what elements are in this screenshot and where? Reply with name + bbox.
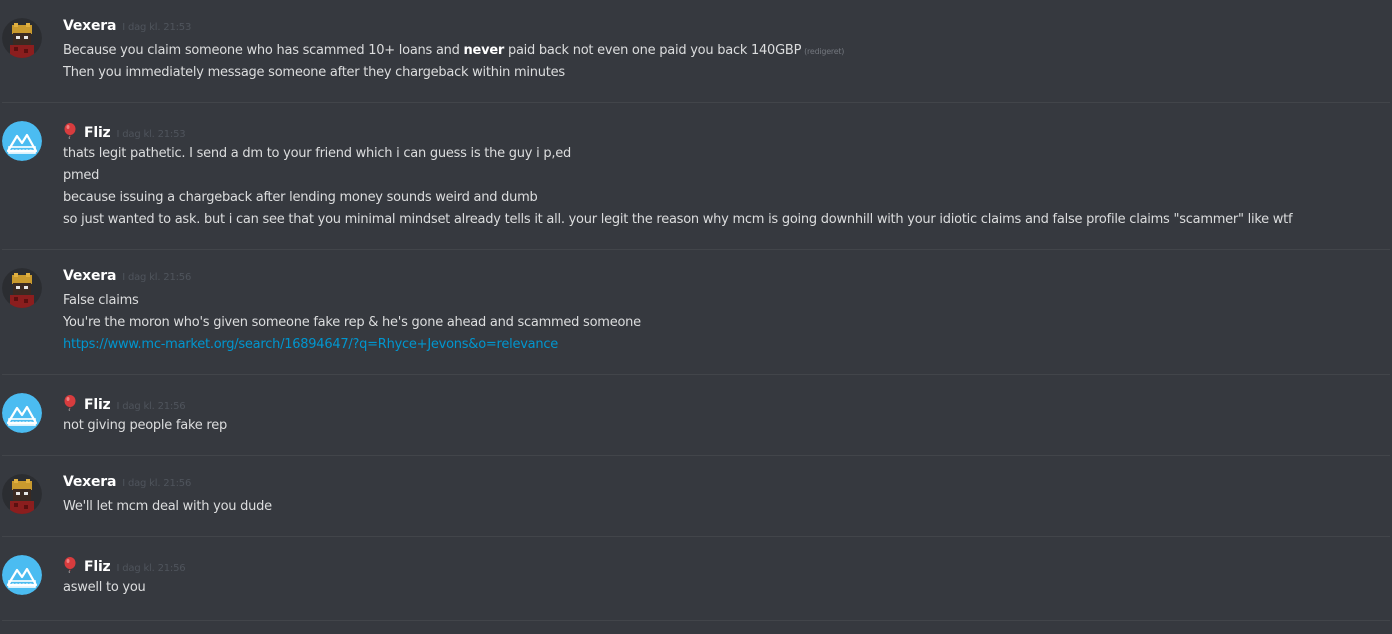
balloon-icon <box>63 557 77 574</box>
message-line: because issuing a chargeback after lendi… <box>63 190 538 205</box>
message-header: Vexera I dag kl. 21:56 <box>63 474 191 494</box>
vexera-avatar-icon[interactable] <box>2 18 42 58</box>
timestamp: I dag kl. 21:56 <box>122 478 192 489</box>
message-divider <box>2 620 1390 621</box>
timestamp: I dag kl. 21:56 <box>116 563 186 574</box>
message-link[interactable]: https://www.mc-market.org/search/1689464… <box>63 334 558 356</box>
message-line: thats legit pathetic. I send a dm to you… <box>63 146 571 161</box>
username[interactable]: Vexera <box>63 18 116 34</box>
username[interactable]: Vexera <box>63 474 116 490</box>
message-divider <box>2 455 1390 456</box>
timestamp: I dag kl. 21:56 <box>116 401 186 412</box>
username[interactable]: Vexera <box>63 268 116 284</box>
message-line: so just wanted to ask. but i can see tha… <box>63 212 1293 227</box>
message-header: Vexera I dag kl. 21:53 <box>63 18 191 38</box>
timestamp: I dag kl. 21:56 <box>122 272 192 283</box>
username[interactable]: Fliz <box>84 125 111 141</box>
edited-label: (redigeret) <box>804 47 845 56</box>
message-header: Vexera I dag kl. 21:56 <box>63 268 191 288</box>
balloon-icon <box>63 395 77 412</box>
balloon-icon <box>63 123 77 140</box>
message-line: Because you claim someone who has scamme… <box>63 40 844 62</box>
message-text: Because you claim someone who has scamme… <box>63 43 464 58</box>
vexera-avatar-icon[interactable] <box>2 268 42 308</box>
message-line: False claims <box>63 293 139 308</box>
username[interactable]: Fliz <box>84 559 111 575</box>
message-line: aswell to you <box>63 580 146 595</box>
message-header: Fliz I dag kl. 21:53 <box>63 121 186 141</box>
message-header: Fliz I dag kl. 21:56 <box>63 555 186 575</box>
message-line: not giving people fake rep <box>63 418 227 433</box>
message-header: Fliz I dag kl. 21:56 <box>63 393 186 413</box>
message-divider <box>2 536 1390 537</box>
username[interactable]: Fliz <box>84 397 111 413</box>
message-line: We'll let mcm deal with you dude <box>63 499 272 514</box>
chat-messages: Vexera I dag kl. 21:53 Because you claim… <box>0 0 1392 634</box>
timestamp: I dag kl. 21:53 <box>116 129 186 140</box>
vexera-avatar-icon[interactable] <box>2 474 42 514</box>
message-bold-text: never <box>463 43 505 58</box>
fliz-avatar-icon[interactable] <box>2 393 42 433</box>
message-line: pmed <box>63 168 100 183</box>
message-divider <box>2 249 1390 250</box>
message-line: Then you immediately message someone aft… <box>63 65 565 80</box>
message-text: paid back not even one paid you back 140… <box>504 43 802 58</box>
message-divider <box>2 102 1390 103</box>
fliz-avatar-icon[interactable] <box>2 121 42 161</box>
fliz-avatar-icon[interactable] <box>2 555 42 595</box>
message-divider <box>2 374 1390 375</box>
message-line: You're the moron who's given someone fak… <box>63 315 641 330</box>
timestamp: I dag kl. 21:53 <box>122 22 192 33</box>
